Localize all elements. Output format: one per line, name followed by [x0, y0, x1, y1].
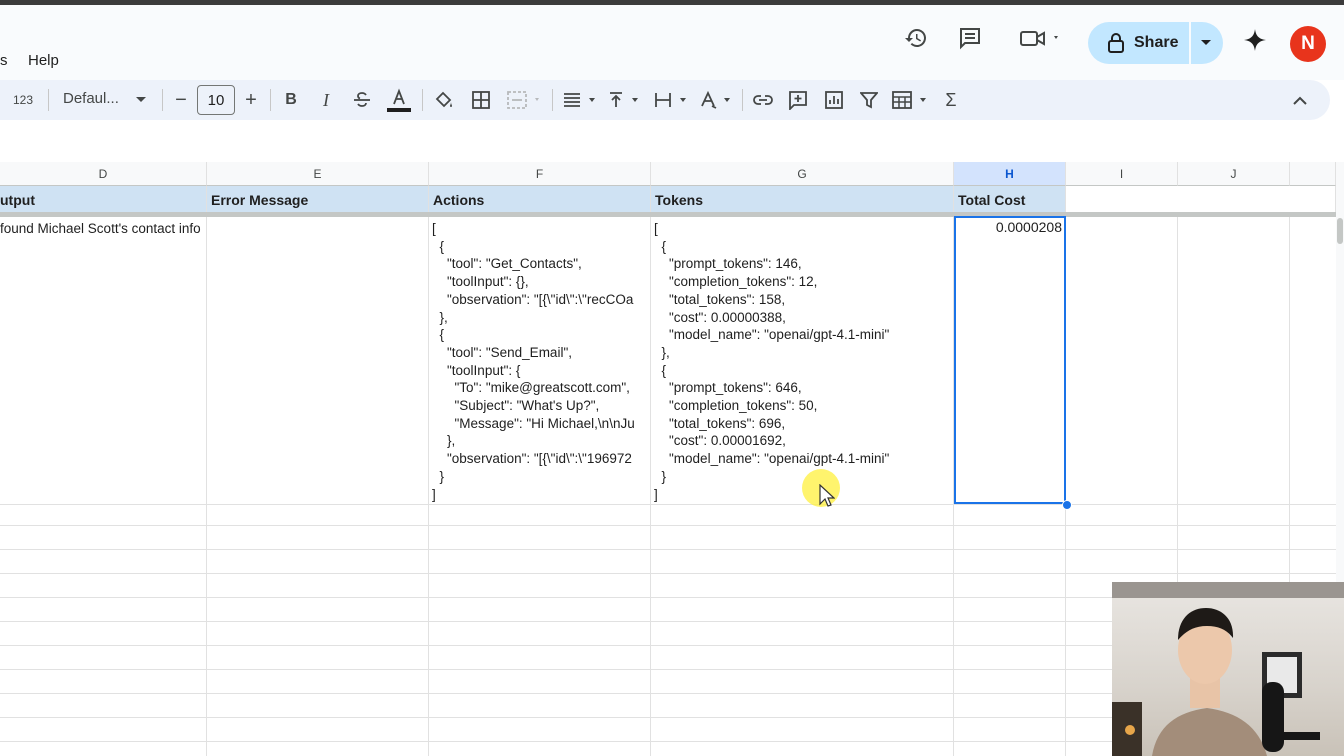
grid-line	[650, 504, 651, 756]
header-tokens[interactable]: Tokens	[651, 186, 954, 212]
history-icon[interactable]	[901, 23, 931, 53]
cell-j[interactable]	[1178, 217, 1290, 504]
grid-line	[206, 504, 207, 756]
bold-button[interactable]: B	[280, 80, 302, 120]
filter-icon[interactable]	[857, 80, 881, 120]
mouse-cursor-icon	[819, 483, 836, 513]
wrap-icon[interactable]	[650, 80, 690, 120]
cell-tokens[interactable]: [ { "prompt_tokens": 146, "completion_to…	[651, 217, 954, 504]
font-select[interactable]: Defaul...	[63, 90, 119, 107]
column-header-g[interactable]: G	[651, 162, 954, 186]
font-size-input[interactable]: 10	[197, 85, 235, 115]
menu-extensions-partial[interactable]: s	[0, 52, 8, 69]
align-icon[interactable]	[560, 80, 598, 120]
toolbar-separator	[162, 89, 163, 111]
grid-line	[0, 573, 1336, 574]
share-divider	[1189, 22, 1191, 64]
formula-area	[0, 120, 1344, 162]
format-number-button[interactable]: 123	[10, 80, 36, 120]
decrease-font-button[interactable]: −	[171, 80, 191, 120]
cell-actions[interactable]: [ { "tool": "Get_Contacts", "toolInput":…	[429, 217, 651, 504]
toolbar-separator	[48, 89, 49, 111]
header-actions[interactable]: Actions	[429, 186, 651, 212]
webcam-overlay	[1112, 582, 1344, 756]
grid-line	[953, 504, 954, 756]
grid-line	[0, 549, 1336, 550]
share-label: Share	[1134, 34, 1179, 51]
share-button[interactable]: Share	[1088, 22, 1223, 64]
sparkle-icon[interactable]	[1240, 25, 1270, 55]
header-output[interactable]: utput	[0, 186, 207, 212]
column-header-f[interactable]: F	[429, 162, 651, 186]
comment-icon[interactable]	[955, 23, 985, 53]
column-header-k[interactable]	[1290, 162, 1336, 186]
column-header-d[interactable]: D	[0, 162, 207, 186]
header-empty[interactable]	[1066, 186, 1336, 212]
grid-line	[1065, 504, 1066, 756]
toolbar-separator	[742, 89, 743, 111]
chart-icon[interactable]	[822, 80, 846, 120]
webcam-person-image	[1112, 582, 1344, 756]
strikethrough-icon[interactable]	[350, 80, 374, 120]
rotate-icon[interactable]	[696, 80, 736, 120]
sigma-icon[interactable]: Σ	[940, 80, 962, 120]
menu-bar: s Help Share N	[0, 5, 1344, 80]
scrollbar-thumb[interactable]	[1337, 218, 1343, 244]
toolbar-separator	[422, 89, 423, 111]
text-color-icon[interactable]	[385, 80, 413, 120]
table-icon[interactable]	[890, 80, 930, 120]
increase-font-button[interactable]: +	[241, 80, 261, 120]
cell-i[interactable]	[1066, 217, 1178, 504]
grid-line	[0, 504, 1336, 505]
menu-help[interactable]: Help	[28, 52, 59, 69]
column-header-j[interactable]: J	[1178, 162, 1290, 186]
column-header-e[interactable]: E	[207, 162, 429, 186]
font-dropdown-icon[interactable]	[135, 80, 147, 120]
video-icon[interactable]	[1015, 23, 1065, 53]
column-header-i[interactable]: I	[1066, 162, 1178, 186]
grid-line	[428, 504, 429, 756]
header-error-message[interactable]: Error Message	[207, 186, 429, 212]
header-total-cost[interactable]: Total Cost	[954, 186, 1066, 212]
toolbar: 123 Defaul... − 10 + B I Σ	[0, 80, 1330, 120]
avatar[interactable]: N	[1290, 26, 1326, 62]
merge-icon[interactable]	[505, 80, 545, 120]
paint-bucket-icon[interactable]	[432, 80, 456, 120]
grid-line	[0, 525, 1336, 526]
fill-handle[interactable]	[1062, 500, 1072, 510]
cell-error-message[interactable]	[207, 217, 429, 504]
cell-output[interactable]: found Michael Scott's contact info	[0, 217, 207, 504]
collapse-icon[interactable]	[1288, 80, 1312, 120]
toolbar-separator	[552, 89, 553, 111]
italic-button[interactable]: I	[316, 80, 336, 120]
insert-comment-icon[interactable]	[786, 80, 810, 120]
toolbar-separator	[270, 89, 271, 111]
borders-icon[interactable]	[469, 80, 493, 120]
lock-icon	[1106, 33, 1126, 53]
selected-cell-border	[954, 216, 1066, 504]
link-icon[interactable]	[751, 80, 775, 120]
valign-icon[interactable]	[605, 80, 643, 120]
column-header-h[interactable]: H	[954, 162, 1066, 186]
share-dropdown-icon[interactable]	[1196, 33, 1216, 53]
